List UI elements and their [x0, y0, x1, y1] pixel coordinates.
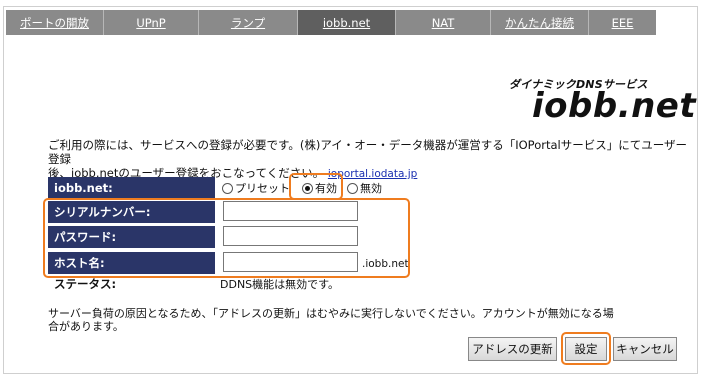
host-label: ホスト名:	[48, 252, 215, 274]
tab-easy-connect[interactable]: かんたん接続	[491, 10, 589, 35]
notice-line-2: 合があります。	[48, 320, 124, 333]
cancel-button[interactable]: キャンセル	[613, 337, 677, 361]
notice-line-1: サーバー負荷の原因となるため、「アドレスの更新」はむやみに実行しないでください。…	[48, 307, 614, 320]
notice-text: サーバー負荷の原因となるため、「アドレスの更新」はむやみに実行しないでください。…	[48, 307, 648, 333]
radio-preset-label: プリセット	[235, 182, 290, 195]
iobbnet-options: プリセット 有効 無効	[222, 177, 384, 199]
tab-port-open[interactable]: ポートの開放	[6, 10, 104, 35]
brand-logo: iobb.net	[532, 86, 697, 126]
radio-disable-icon	[347, 182, 358, 194]
radio-preset-icon	[222, 182, 233, 194]
tab-nat[interactable]: NAT	[396, 10, 491, 35]
intro-line-1: ご利用の際には、サービスへの登録が必要です。(株)アイ・オー・データ機器が運営す…	[48, 138, 687, 166]
radio-enable-icon	[302, 182, 313, 194]
radio-disable[interactable]: 無効	[347, 180, 382, 196]
password-label: パスワード:	[48, 226, 215, 248]
radio-disable-label: 無効	[360, 182, 382, 195]
status-value: DDNS機能は無効です。	[220, 278, 340, 291]
tab-iobbnet[interactable]: iobb.net	[298, 10, 396, 35]
tab-eee[interactable]: EEE	[589, 10, 656, 35]
tab-upnp[interactable]: UPnP	[104, 10, 199, 35]
tab-bar: ポートの開放 UPnP ランプ iobb.net NAT かんたん接続 EEE	[6, 10, 656, 35]
status-label: ステータス:	[54, 277, 117, 291]
radio-preset[interactable]: プリセット	[222, 180, 290, 196]
radio-enable-label: 有効	[315, 182, 337, 195]
host-input[interactable]	[223, 252, 358, 272]
save-button[interactable]: 設定	[565, 337, 607, 361]
radio-enable[interactable]: 有効	[302, 180, 337, 196]
serial-input[interactable]	[223, 201, 358, 221]
iobbnet-label: iobb.net:	[48, 177, 215, 199]
password-input[interactable]	[223, 226, 358, 246]
serial-label: シリアルナンバー:	[48, 201, 215, 223]
host-suffix: .iobb.net	[362, 258, 409, 270]
tab-lamp[interactable]: ランプ	[199, 10, 298, 35]
update-address-button[interactable]: アドレスの更新	[468, 337, 557, 361]
intro-text: ご利用の際には、サービスへの登録が必要です。(株)アイ・オー・データ機器が運営す…	[48, 138, 688, 181]
